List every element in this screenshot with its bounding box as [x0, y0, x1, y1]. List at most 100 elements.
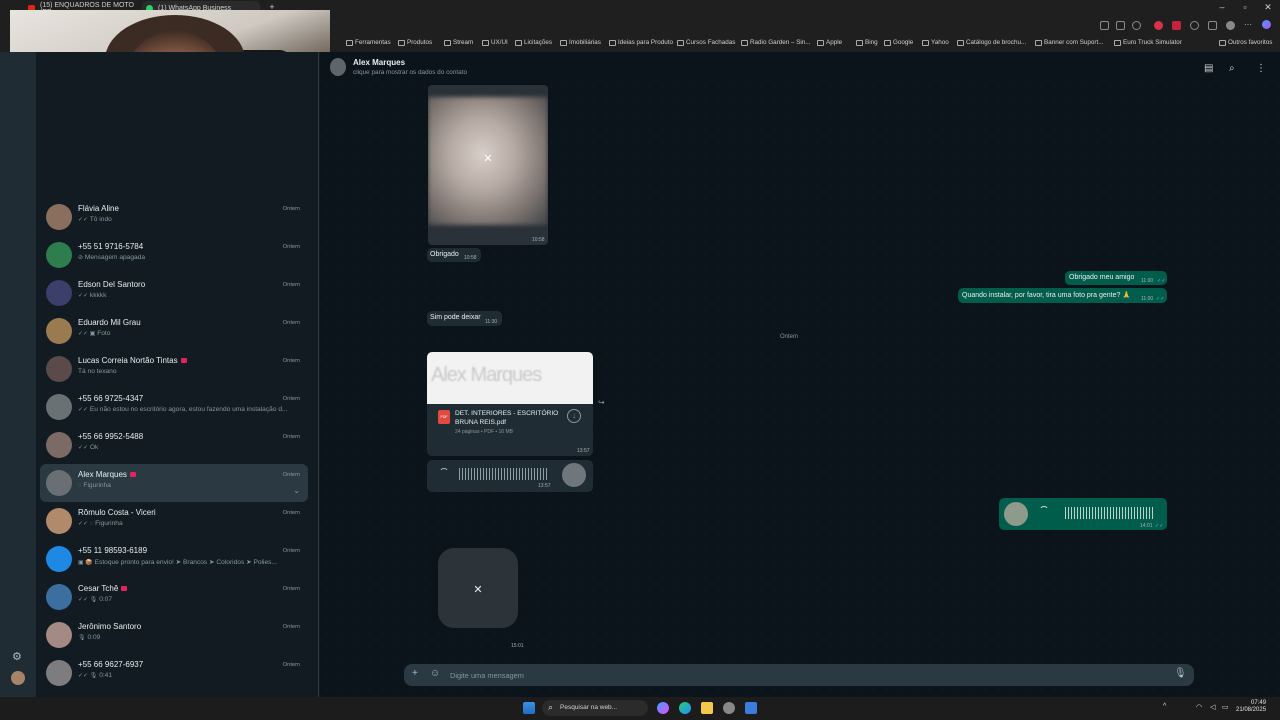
status-icon: ✓✓ [78, 217, 89, 223]
bookmark-item[interactable]: Euro Truck Simulator [1114, 39, 1182, 46]
extension-red-icon[interactable] [1154, 21, 1163, 30]
bookmark-item[interactable]: Apple [817, 39, 842, 46]
incoming-message[interactable]: Sim pode deixar 11:30 [427, 311, 502, 326]
folder-icon [856, 39, 863, 46]
conversation-header[interactable] [320, 52, 1280, 82]
chrome-icon[interactable] [723, 702, 735, 714]
refresh-icon[interactable] [1190, 21, 1199, 30]
catalog-icon[interactable]: ▤ [1204, 63, 1213, 74]
microphone-icon[interactable]: 🎙 [1174, 668, 1187, 679]
contact-subtitle[interactable]: clique para mostrar os dados do contato [353, 69, 467, 76]
edge-icon[interactable] [679, 702, 691, 714]
chat-list-item[interactable]: Alex Marques ◌ Figurinha Ontem ⌄ [40, 464, 308, 502]
chat-name-text: +55 66 9627-6937 [78, 660, 144, 669]
date-separator: Ontem [780, 334, 799, 340]
attach-plus-icon[interactable]: + [412, 668, 418, 679]
message-input[interactable] [450, 668, 1150, 682]
close-window-icon[interactable]: ✕ [1258, 2, 1278, 13]
status-icon: ▣ 📦 [78, 560, 93, 566]
profile-avatar[interactable] [11, 671, 25, 685]
extension-red-2-icon[interactable] [1172, 21, 1181, 30]
bookmark-item[interactable]: Ferramentas [346, 39, 391, 46]
emoji-sticker-icon[interactable]: ☺ [430, 668, 440, 679]
cancel-download-icon[interactable]: ✕ [480, 151, 496, 167]
incoming-message[interactable]: Obrigado 10:58 [427, 248, 481, 262]
chat-list-item[interactable]: Cesar Tchê ✓✓ 🎙 0:07 Ontem [40, 578, 308, 616]
chat-list-item[interactable]: +55 66 9952-5488 ✓✓ Ok Ontem [40, 426, 308, 464]
sticker-message[interactable]: ✕ [438, 548, 518, 628]
chat-list-item[interactable]: +55 11 98593-6189 ▣ 📦 Estoque pronto para… [40, 540, 308, 578]
copilot-icon[interactable] [1262, 20, 1271, 29]
bookmark-item[interactable]: Banner com Suport... [1035, 39, 1104, 46]
profile-avatar-icon[interactable] [1226, 21, 1235, 30]
bookmark-label: Stream [453, 39, 474, 46]
chat-list-item[interactable]: +55 66 9627-6937 ✓✓ 🎙 0:41 Ontem [40, 654, 308, 692]
bookmark-item[interactable]: Yahoo [922, 39, 949, 46]
outgoing-message[interactable]: Quando instalar, por favor, tira uma fot… [958, 288, 1167, 303]
document-message[interactable]: Alex Marques PDF DET. INTERIORES - ESCRI… [427, 352, 593, 456]
chat-list-item[interactable]: +55 51 9716-5784 ⊘ Mensagem apagada Ontem [40, 236, 308, 274]
voice-waveform[interactable] [1065, 507, 1155, 519]
photo-message[interactable]: ✕ 10:58 [428, 85, 548, 245]
tray-chevron-icon[interactable]: ^ [1163, 703, 1166, 710]
voice-waveform[interactable] [459, 468, 549, 480]
copilot-taskbar-icon[interactable] [657, 702, 669, 714]
extension-icon[interactable] [1100, 21, 1109, 30]
taskbar-search[interactable]: ⌕ Pesquisar na web... [542, 700, 648, 716]
outgoing-message[interactable]: Obrigado meu amigo 11:00 ✓✓ [1065, 271, 1167, 285]
file-explorer-icon[interactable] [701, 702, 713, 714]
folder-icon [1219, 39, 1226, 46]
taskbar-clock[interactable]: 07:49 21/08/2025 [1236, 700, 1266, 714]
loading-spinner-icon [1039, 506, 1049, 516]
chat-list-item[interactable]: Edson Del Santoro ✓✓ kkkkk Ontem [40, 274, 308, 312]
bookmark-item[interactable]: Produtos [398, 39, 432, 46]
document-meta: 24 páginas • PDF • 16 MB [455, 429, 513, 435]
search-icon[interactable]: ⌕ [1229, 63, 1235, 74]
bookmark-label: Banner com Suport... [1044, 39, 1104, 46]
settings-gear-icon[interactable]: ⚙ [12, 650, 22, 663]
wifi-icon[interactable]: ◠ [1196, 703, 1202, 711]
outgoing-voice-message[interactable]: 14:01 ✓✓ [999, 498, 1167, 530]
chat-name: Edson Del Santoro [78, 280, 145, 289]
bookmark-item[interactable]: Google [884, 39, 913, 46]
download-icon[interactable]: ↓ [567, 409, 581, 423]
bookmark-item[interactable]: UX/UI [482, 39, 508, 46]
favorite-star-icon[interactable] [1132, 21, 1141, 30]
collections-icon[interactable] [1208, 21, 1217, 30]
windows-start-icon[interactable] [523, 702, 535, 714]
volume-icon[interactable]: ◁ [1210, 703, 1215, 711]
bookmark-item[interactable]: Bing [856, 39, 878, 46]
incoming-voice-message[interactable]: 13:57 [427, 460, 593, 492]
contact-name[interactable]: Alex Marques [353, 58, 405, 67]
more-menu-icon[interactable]: ··· [1244, 21, 1253, 30]
other-bookmarks[interactable]: Outros favoritos [1219, 39, 1272, 46]
chat-preview-text: kkkkk [89, 292, 107, 299]
bookmark-item[interactable]: Ideias para Produto [609, 39, 673, 46]
chevron-down-icon[interactable]: ⌄ [293, 486, 300, 495]
chat-list-item[interactable]: Jerônimo Santoro 🎙 0:09 Ontem [40, 616, 308, 654]
battery-icon[interactable]: ▭ [1222, 703, 1229, 711]
maximize-icon[interactable]: ▫ [1235, 2, 1255, 12]
forward-icon[interactable]: ↪ [598, 398, 605, 407]
bookmark-item[interactable]: Licitações [515, 39, 552, 46]
chat-list-item[interactable]: Flávia Aline ✓✓ Tô indo Ontem [40, 198, 308, 236]
chat-list-item[interactable]: Lucas Correia Nortão Tintas Tá no texano… [40, 350, 308, 388]
status-icon: ✓✓ ◌ [78, 521, 94, 527]
chat-list-item[interactable]: Rômulo Costa - Viceri ✓✓ ◌ Figurinha Ontem [40, 502, 308, 540]
bookmark-item[interactable]: Stream [444, 39, 473, 46]
chat-preview-text: Ok [89, 444, 99, 451]
chat-name: Alex Marques [78, 470, 136, 479]
folder-icon [922, 39, 929, 46]
chat-list-item[interactable]: Eduardo Mil Grau ✓✓ ▣ Foto Ontem [40, 312, 308, 350]
cancel-download-icon[interactable]: ✕ [470, 582, 486, 598]
reader-icon[interactable] [1116, 21, 1125, 30]
chat-list-item[interactable]: +55 66 9725-4347 ✓✓ Eu não estou no escri… [40, 388, 308, 426]
contact-avatar[interactable] [330, 58, 346, 76]
bookmark-item[interactable]: Catálogo de brochu... [957, 39, 1026, 46]
menu-kebab-icon[interactable]: ⋮ [1256, 63, 1266, 74]
bookmark-item[interactable]: Radio Garden – Sin... [741, 39, 811, 46]
minimize-icon[interactable]: – [1212, 2, 1232, 12]
app-icon[interactable] [745, 702, 757, 714]
bookmark-item[interactable]: Cursos Fachadas [677, 39, 735, 46]
bookmark-item[interactable]: Imobiliárias [560, 39, 601, 46]
